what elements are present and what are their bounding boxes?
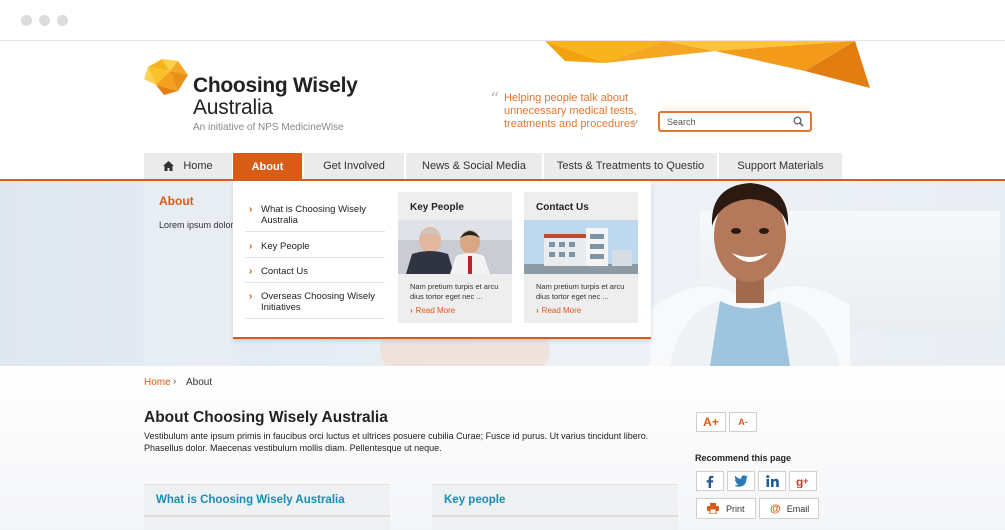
nav-home-label: Home [183, 160, 213, 172]
search-input[interactable] [667, 115, 787, 129]
read-more-link[interactable]: › Read More [410, 306, 455, 315]
site-header: Choosing Wisely Australia An initiative … [0, 41, 1005, 153]
chevron-right-icon: › [536, 306, 539, 315]
window-dot-icon[interactable] [57, 15, 68, 26]
open-quote-icon: “ [490, 89, 500, 110]
nav-support-label: Support Materials [737, 160, 824, 172]
dropdown-link-label: Contact Us [261, 266, 308, 277]
panel-what-is[interactable]: What is Choosing Wisely Australia [144, 484, 390, 530]
facebook-button[interactable] [696, 471, 724, 491]
nav-get-involved-label: Get Involved [323, 160, 385, 172]
dropdown-link-label: Key People [261, 241, 310, 252]
print-label: Print [726, 503, 745, 514]
nav-get-involved[interactable]: Get Involved [304, 153, 405, 179]
card-contact-us[interactable]: Contact Us Nam pretium turpis et arcu di… [524, 192, 638, 323]
twitter-button[interactable] [727, 471, 755, 491]
google-plus-button[interactable]: g + [789, 471, 817, 491]
page-title: About Choosing Wisely Australia [144, 409, 388, 426]
panel-title: Key people [444, 494, 506, 506]
dropdown-link-key-people[interactable]: › Key People [245, 241, 385, 258]
dropdown-link-label: What is Choosing Wisely Australia [261, 204, 367, 226]
home-icon [163, 161, 175, 171]
decorative-polygon-banner [545, 41, 870, 88]
breadcrumb-home[interactable]: Home [144, 377, 171, 388]
key-people-photo [398, 220, 512, 274]
at-sign-icon: @ [770, 502, 781, 515]
nav-tests-label: Tests & Treatments to Questio [556, 160, 705, 172]
nav-news-label: News & Social Media [422, 160, 526, 172]
hero-about-text: Lorem ipsum dolor sit amet, consectetur … [159, 220, 237, 230]
read-more-label: Read More [415, 306, 456, 315]
close-quote-icon: ” [630, 117, 640, 138]
logo-subtitle[interactable]: Australia [193, 96, 273, 120]
card-key-people[interactable]: Key People Nam pretium turpis et arcu di… [398, 192, 512, 323]
breadcrumb-separator: › [173, 376, 177, 387]
chevron-right-icon: › [249, 266, 253, 277]
twitter-icon [734, 475, 748, 487]
browser-chrome [0, 0, 1005, 41]
window-dot-icon[interactable] [21, 15, 32, 26]
card-text: Nam pretium turpis et arcu dius tortor e… [536, 282, 625, 301]
email-button[interactable]: @ Email [759, 498, 819, 519]
print-icon [707, 503, 719, 514]
chevron-right-icon: › [249, 241, 253, 252]
panel-key-people[interactable]: Key people [432, 484, 678, 530]
building-photo [524, 220, 638, 274]
nav-support-materials[interactable]: Support Materials [719, 153, 843, 179]
recommend-title: Recommend this page [695, 453, 792, 463]
nav-home[interactable]: Home [144, 153, 233, 179]
dropdown-link-what-is[interactable]: › What is Choosing Wisely Australia [245, 204, 385, 232]
nav-about[interactable]: About [233, 153, 303, 181]
chevron-right-icon: › [410, 306, 413, 315]
hero-about-title: About [159, 194, 194, 208]
nav-tests-treatments[interactable]: Tests & Treatments to Questio [544, 153, 718, 179]
read-more-label: Read More [541, 306, 582, 315]
email-label: Email [786, 503, 810, 514]
about-mega-menu: › What is Choosing Wisely Australia › Ke… [233, 181, 651, 339]
dropdown-link-overseas[interactable]: › Overseas Choosing Wisely Initiatives [245, 291, 385, 319]
nav-news-social-media[interactable]: News & Social Media [406, 153, 543, 179]
font-larger-button[interactable]: A+ [696, 412, 726, 432]
google-plus-icon: g + [796, 475, 808, 488]
logo-title[interactable]: Choosing Wisely [193, 74, 358, 98]
read-more-link[interactable]: › Read More [536, 306, 581, 315]
chevron-right-icon: › [249, 291, 253, 302]
dropdown-link-label: Overseas Choosing Wisely Initiatives [261, 291, 376, 313]
panel-title: What is Choosing Wisely Australia [156, 494, 345, 506]
dropdown-link-contact-us[interactable]: › Contact Us [245, 266, 385, 283]
doctor-photo [650, 181, 850, 366]
window-dot-icon[interactable] [39, 15, 50, 26]
facebook-icon [706, 475, 714, 488]
breadcrumb-current: About [186, 377, 213, 388]
card-title: Contact Us [536, 202, 589, 213]
card-text: Nam pretium turpis et arcu dius tortor e… [410, 282, 499, 301]
nav-about-label: About [251, 161, 284, 173]
logo-tagline: An initiative of NPS MedicineWise [193, 122, 344, 133]
search-icon[interactable] [793, 116, 804, 127]
svg-text:+: + [803, 476, 808, 486]
font-smaller-button[interactable]: A- [729, 412, 757, 432]
chevron-right-icon: › [249, 204, 253, 215]
linkedin-button[interactable] [758, 471, 786, 491]
site-tagline: Helping people talk about unnecessary me… [504, 92, 637, 130]
logo-icon[interactable] [144, 57, 190, 97]
linkedin-icon [765, 475, 779, 487]
card-title: Key People [410, 202, 464, 213]
intro-text: Vestibulum ante ipsum primis in faucibus… [144, 431, 649, 453]
search-box[interactable] [658, 111, 812, 132]
print-button[interactable]: Print [696, 498, 756, 519]
